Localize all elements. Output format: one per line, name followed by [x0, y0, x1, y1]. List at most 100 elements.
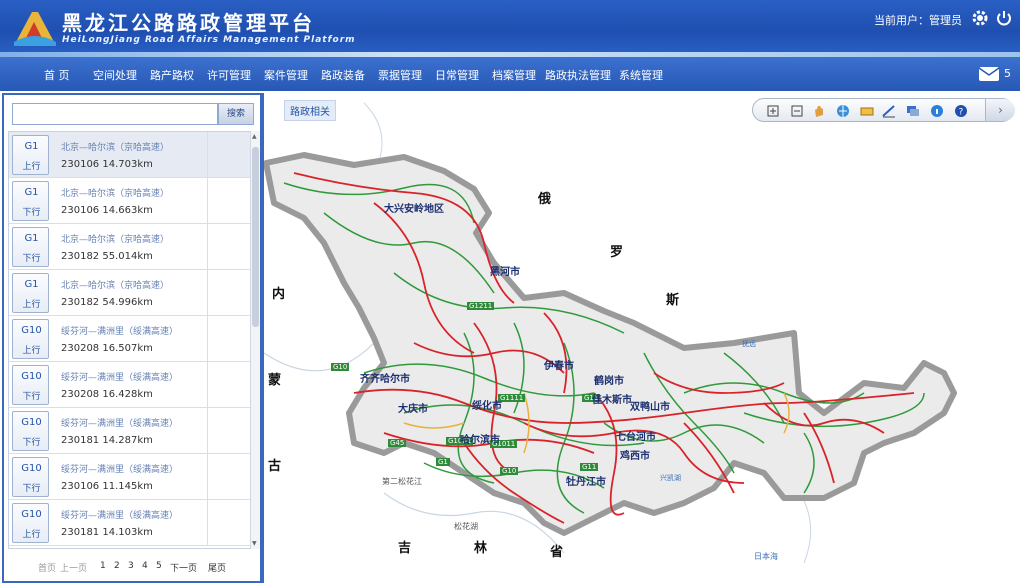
- search-button[interactable]: 搜索: [218, 103, 254, 125]
- route-name: 绥芬河—满洲里（绥满高速）: [61, 373, 179, 383]
- list-item[interactable]: G10 下行 绥芬河—满洲里（绥满高速） 230106 11.145km: [9, 454, 251, 500]
- nav-item-daily[interactable]: 日常管理: [435, 67, 479, 83]
- pager-page-4[interactable]: 4: [142, 561, 148, 571]
- nav-item-home[interactable]: 首 页: [44, 67, 70, 83]
- route-stake: 230106 14.703km: [61, 159, 153, 170]
- route-name: 绥芬河—满洲里（绥满高速）: [61, 327, 179, 337]
- app-header: 黑龙江公路路政管理平台 HeiLongJiang Road Affairs Ma…: [0, 0, 1020, 57]
- nav-item-ticket[interactable]: 票据管理: [378, 67, 422, 83]
- list-item[interactable]: G1 上行 北京—哈尔滨（京哈高速） 230106 14.703km: [9, 132, 251, 178]
- city-label: 鸡西市: [620, 451, 650, 462]
- app-subtitle: HeiLongJiang Road Affairs Management Pla…: [62, 35, 356, 45]
- city-label: 黑河市: [490, 267, 520, 278]
- pager-next[interactable]: 下一页: [170, 561, 197, 574]
- route-stake: 230208 16.428km: [61, 389, 153, 400]
- route-name: 绥芬河—满洲里（绥满高速）: [61, 465, 179, 475]
- route-stake: 230181 14.287km: [61, 435, 153, 446]
- road-shield: G45: [388, 439, 407, 447]
- gear-icon[interactable]: [971, 9, 989, 27]
- sea-label: 日本海: [754, 552, 778, 561]
- pager-page-5[interactable]: 5: [156, 561, 162, 571]
- scroll-thumb[interactable]: [252, 147, 259, 327]
- map-tag-road-affairs[interactable]: 路政相关: [284, 100, 336, 121]
- toolbar-expand-button[interactable]: ›: [985, 99, 1015, 121]
- city-label: 七台河市: [616, 432, 656, 443]
- nav-item-road-property[interactable]: 路产路权: [150, 67, 194, 83]
- city-label: 伊春市: [544, 361, 574, 372]
- city-label: 哈尔滨市: [460, 435, 500, 446]
- measure-icon[interactable]: [859, 103, 875, 119]
- town-label: 抚远: [742, 340, 756, 348]
- route-badge: G10 上行: [12, 319, 49, 359]
- nav-item-equipment[interactable]: 路政装备: [321, 67, 365, 83]
- country-label: 内: [272, 287, 286, 302]
- pager-page-3[interactable]: 3: [128, 561, 134, 571]
- route-name: 北京—哈尔滨（京哈高速）: [61, 235, 170, 245]
- pager-prev[interactable]: 上一页: [60, 561, 87, 574]
- pager-last[interactable]: 尾页: [208, 561, 226, 574]
- power-icon[interactable]: [995, 9, 1013, 27]
- logo-icon: [14, 12, 56, 46]
- city-label: 大兴安岭地区: [384, 204, 444, 215]
- road-shield: G10: [500, 467, 519, 475]
- help-icon[interactable]: ?: [953, 103, 969, 119]
- draw-icon[interactable]: [881, 103, 897, 119]
- pager-page-2[interactable]: 2: [114, 561, 120, 571]
- route-badge: G1 下行: [12, 181, 49, 221]
- globe-icon[interactable]: [835, 103, 851, 119]
- road-shield: G11: [580, 463, 599, 471]
- route-stake: 230181 14.103km: [61, 527, 153, 538]
- route-stake: 230106 11.145km: [61, 481, 153, 492]
- country-label: 古: [268, 459, 282, 474]
- scroll-up-icon[interactable]: ▲: [252, 133, 257, 140]
- country-label: 省: [550, 545, 564, 560]
- road-shield: G1: [436, 458, 450, 466]
- road-list-panel: 搜索 G1 上行 北京—哈尔滨（京哈高速） 230106 14.703km G1…: [2, 93, 262, 583]
- route-badge: G1 下行: [12, 227, 49, 267]
- route-name: 北京—哈尔滨（京哈高速）: [61, 281, 170, 291]
- map-view[interactable]: G1211 G10 G1111 G11 G45 G1001 G1011 G1 G…: [264, 93, 1020, 583]
- country-label: 罗: [610, 245, 624, 260]
- zoom-out-icon[interactable]: [789, 103, 805, 119]
- list-item[interactable]: G1 下行 北京—哈尔滨（京哈高速） 230106 14.663km: [9, 178, 251, 224]
- route-name: 绥芬河—满洲里（绥满高速）: [61, 419, 179, 429]
- route-stake: 230182 54.996km: [61, 297, 153, 308]
- list-item[interactable]: G10 上行 绥芬河—满洲里（绥满高速） 230181 14.103km: [9, 500, 251, 546]
- info-icon[interactable]: [929, 103, 945, 119]
- mail-icon[interactable]: [978, 66, 1000, 82]
- map-canvas[interactable]: [264, 93, 1020, 583]
- nav-item-spatial[interactable]: 空间处理: [93, 67, 137, 83]
- mail-count-badge: 5: [1004, 67, 1011, 80]
- list-item[interactable]: G1 下行 北京—哈尔滨（京哈高速） 230182 55.014km: [9, 224, 251, 270]
- route-badge: G1 上行: [12, 273, 49, 313]
- zoom-in-icon[interactable]: [765, 103, 781, 119]
- nav-item-case[interactable]: 案件管理: [264, 67, 308, 83]
- nav-item-permit[interactable]: 许可管理: [207, 67, 251, 83]
- road-shield: G1211: [467, 302, 495, 310]
- list-item[interactable]: G10 下行 绥芬河—满洲里（绥满高速） 230208 16.428km: [9, 362, 251, 408]
- pan-hand-icon[interactable]: [811, 103, 827, 119]
- nav-item-system[interactable]: 系统管理: [619, 67, 663, 83]
- layers-icon[interactable]: [905, 103, 921, 119]
- pager-page-1[interactable]: 1: [100, 561, 106, 571]
- nav-item-enforcement[interactable]: 路政执法管理: [545, 67, 611, 83]
- route-badge: G10 下行: [12, 365, 49, 405]
- list-item[interactable]: G1 上行 北京—哈尔滨（京哈高速） 230182 54.996km: [9, 270, 251, 316]
- app-title: 黑龙江公路路政管理平台: [62, 11, 315, 35]
- scroll-down-icon[interactable]: ▼: [252, 540, 257, 547]
- route-name: 北京—哈尔滨（京哈高速）: [61, 189, 170, 199]
- pager-first[interactable]: 首页: [38, 561, 56, 574]
- list-scrollbar[interactable]: ▲ ▼: [250, 131, 260, 549]
- country-label: 吉: [398, 541, 412, 556]
- current-user-label: 当前用户：管理员: [874, 14, 962, 27]
- country-label: 蒙: [268, 373, 282, 388]
- main-nav: 首 页 空间处理 路产路权 许可管理 案件管理 路政装备 票据管理 日常管理 档…: [0, 57, 1020, 91]
- country-label: 俄: [538, 192, 552, 207]
- nav-item-archive[interactable]: 档案管理: [492, 67, 536, 83]
- list-item[interactable]: G10 下行 绥芬河—满洲里（绥满高速） 230181 14.287km: [9, 408, 251, 454]
- city-label: 双鸭山市: [630, 402, 670, 413]
- city-label: 鹤岗市: [594, 376, 624, 387]
- search-input[interactable]: [12, 103, 218, 125]
- list-item[interactable]: G10 上行 绥芬河—满洲里（绥满高速） 230208 16.507km: [9, 316, 251, 362]
- city-label: 牡丹江市: [566, 477, 606, 488]
